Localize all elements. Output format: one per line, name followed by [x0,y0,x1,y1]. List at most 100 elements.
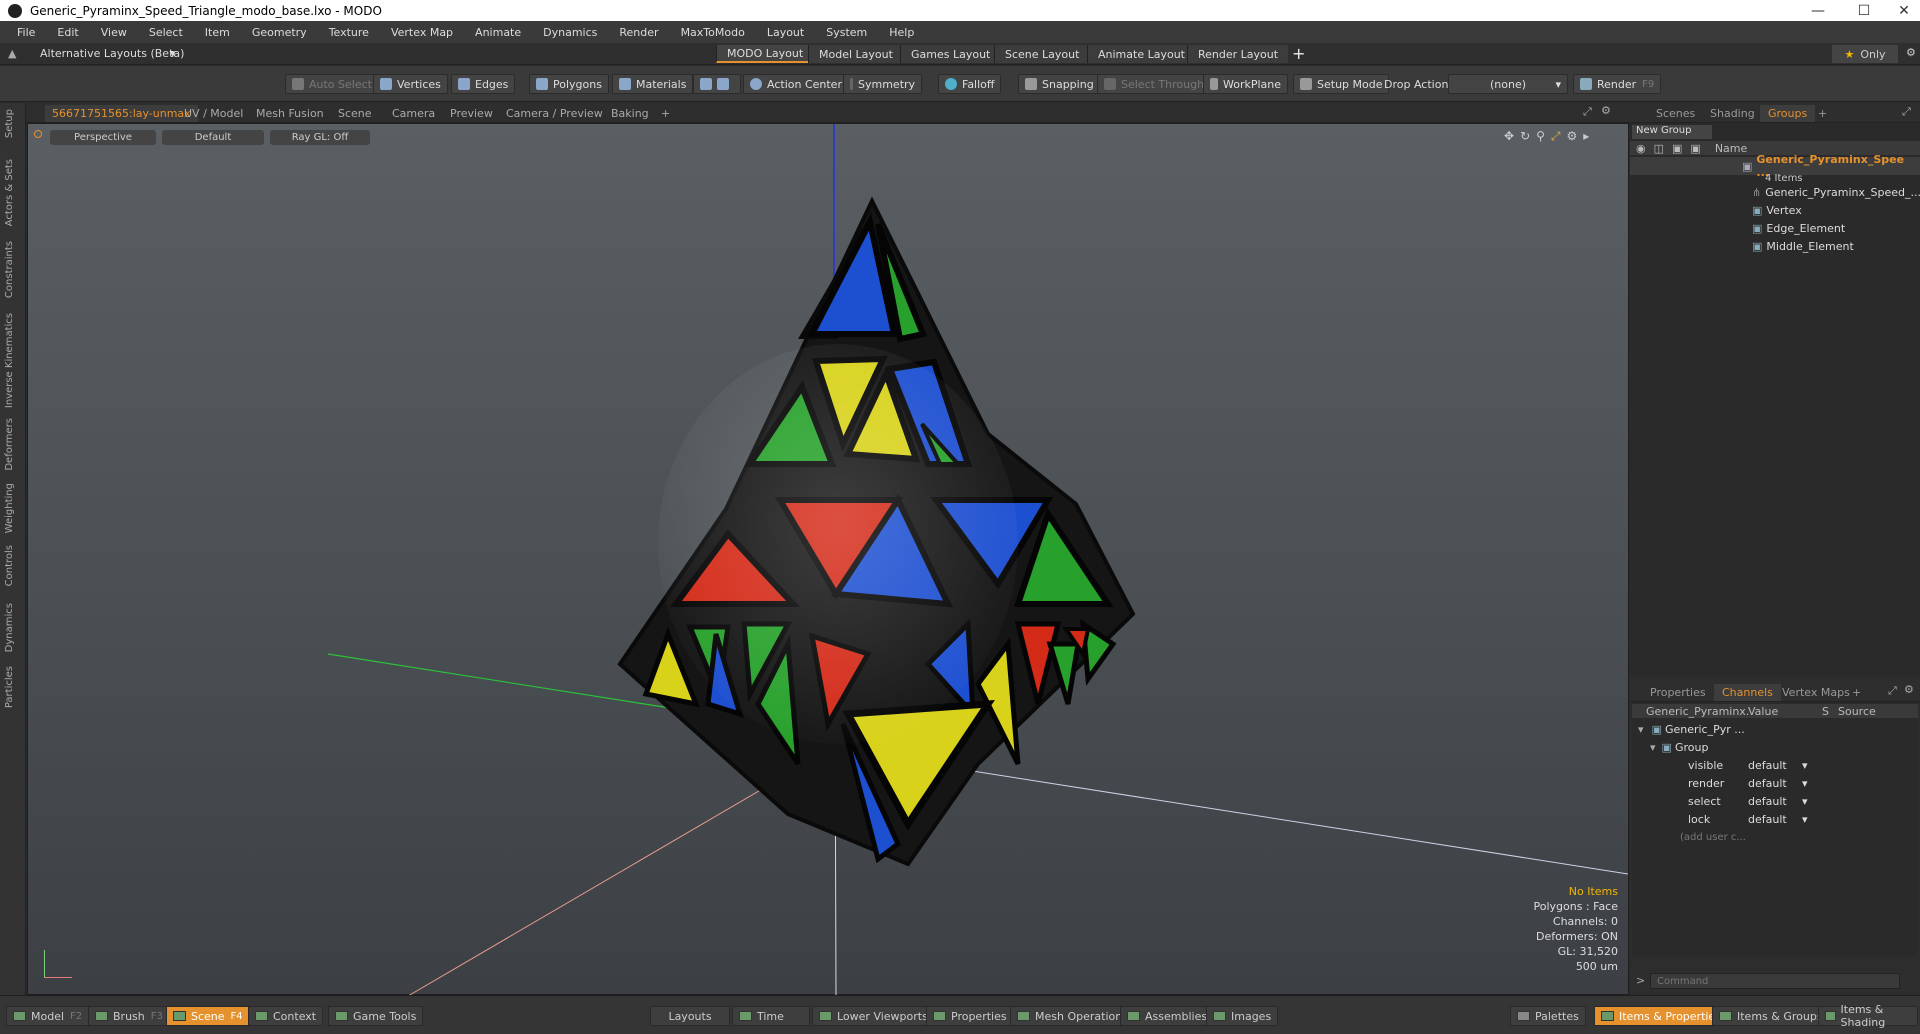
chevron-down-icon[interactable]: ▾ [1802,777,1808,790]
tab-particles[interactable]: Particles [4,666,15,708]
tab-shading[interactable]: Shading [1702,105,1763,122]
tab-scene[interactable]: Scene [331,105,379,122]
maximize-button[interactable]: ☐ [1842,0,1886,21]
items-shading-button[interactable]: Items & Shading [1818,1003,1918,1029]
layouts-button[interactable]: Layouts [650,1006,730,1026]
only-button[interactable]: ★ Only [1832,45,1898,63]
properties-button[interactable]: Properties [926,1006,1014,1026]
materials-button[interactable]: Materials [612,74,694,94]
time-button[interactable]: Time [732,1006,810,1026]
expand-icon[interactable]: ⤢ [1888,684,1897,698]
model-button[interactable]: Model F2 [6,1006,90,1026]
collapse-icon[interactable]: ▲ [8,47,16,60]
add-panel-tab-button[interactable]: + [1810,105,1835,122]
channel-row-select[interactable]: select default ▾ [1632,792,1920,810]
tab-camera[interactable]: Camera [385,105,442,122]
tab-actors-sets[interactable]: Actors & Sets [4,159,15,226]
command-input[interactable] [1650,973,1900,989]
list-item[interactable]: ▣ Middle_Element [1630,237,1920,255]
channel-row-visible[interactable]: visible default ▾ [1632,756,1920,774]
tab-model-layout[interactable]: Model Layout [808,45,903,63]
game-tools-button[interactable]: Game Tools [328,1006,424,1026]
scene-button[interactable]: Scene F4 [166,1006,250,1026]
items-groups-button[interactable]: Items & Groups [1712,1006,1830,1026]
maximize-viewport-icon[interactable]: ⤢ [1583,105,1592,119]
drop-action-select[interactable]: (none) ▾ [1448,74,1568,94]
menu-select[interactable]: Select [138,26,194,39]
tab-camera-preview[interactable]: Camera / Preview [499,105,610,122]
tab-lay-unmax[interactable]: 56671751565:lay-unmax [45,105,198,122]
select-through-button[interactable]: Select Through [1097,74,1212,94]
list-item[interactable]: ⋔ Generic_Pyraminx_Speed_... [1630,183,1920,201]
menu-maxtomodo[interactable]: MaxToModo [670,26,756,39]
render-button[interactable]: Render F9 [1573,74,1662,94]
tab-setup[interactable]: Setup [4,109,15,138]
lower-viewports-button[interactable]: Lower Viewports [812,1006,935,1026]
action-center-button[interactable]: Action Center [743,74,849,94]
tab-inverse-kinematics[interactable]: Inverse Kinematics [4,313,15,408]
chevron-down-icon[interactable]: ▾ [1802,759,1808,772]
tab-animate-layout[interactable]: Animate Layout [1087,45,1195,63]
add-layout-button[interactable]: + [1292,44,1305,63]
menu-edit[interactable]: Edit [46,26,89,39]
channel-row-lock[interactable]: lock default ▾ [1632,810,1920,828]
expand-arrow-icon[interactable]: ▾ [1638,723,1644,736]
mesh-operations-button[interactable]: Mesh Operations [1010,1006,1135,1026]
workplane-button[interactable]: WorkPlane [1203,74,1289,94]
tab-render-layout[interactable]: Render Layout [1187,45,1289,63]
list-item[interactable]: ▣ Vertex [1630,201,1920,219]
component-mode-buttons[interactable] [693,74,741,94]
tab-modo-layout[interactable]: MODO Layout [716,45,814,63]
add-panel-tab-button[interactable]: + [1844,684,1869,701]
tab-constraints[interactable]: Constraints [4,241,15,298]
vertices-button[interactable]: Vertices [373,74,448,94]
close-button[interactable]: ✕ [1888,0,1920,21]
menu-help[interactable]: Help [878,26,925,39]
chevron-down-icon[interactable]: ▾ [1802,795,1808,808]
polygons-button[interactable]: Polygons [529,74,609,94]
snapping-button[interactable]: Snapping [1018,74,1101,94]
minimize-button[interactable]: — [1796,0,1840,21]
menu-file[interactable]: File [6,26,46,39]
menu-dynamics[interactable]: Dynamics [532,26,608,39]
menu-system[interactable]: System [815,26,878,39]
select-toggle-icon[interactable]: ▣ [1690,142,1700,155]
setup-mode-button[interactable]: Setup Mode [1293,74,1390,94]
tab-controls[interactable]: Controls [4,545,15,586]
tab-games-layout[interactable]: Games Layout [900,45,1001,63]
tab-channels[interactable]: Channels [1714,684,1781,701]
tab-uv-model[interactable]: UV / Model [177,105,250,122]
lock-icon[interactable]: ▣ [1672,142,1682,155]
palettes-button[interactable]: Palettes [1510,1006,1586,1026]
channel-item-row[interactable]: ▾ ▣ Generic_Pyr ... [1632,720,1920,738]
tab-dynamics[interactable]: Dynamics [4,603,15,652]
menu-texture[interactable]: Texture [318,26,380,39]
tab-preview[interactable]: Preview [443,105,500,122]
channel-group-row[interactable]: ▾ ▣ Group [1632,738,1920,756]
chevron-down-icon[interactable]: ▾ [1802,813,1808,826]
tab-scene-layout[interactable]: Scene Layout [994,45,1090,63]
images-button[interactable]: Images [1206,1006,1279,1026]
list-item[interactable]: ▣ Edge_Element [1630,219,1920,237]
expand-arrow-icon[interactable]: ▾ [1650,741,1656,754]
menu-render[interactable]: Render [608,26,669,39]
context-button[interactable]: Context [248,1006,324,1026]
tab-deformers[interactable]: Deformers [4,418,15,471]
falloff-button[interactable]: Falloff [938,74,1002,94]
gear-icon[interactable]: ⚙ [1906,46,1916,59]
menu-item[interactable]: Item [194,26,241,39]
tab-groups[interactable]: Groups [1760,105,1816,122]
new-group-button[interactable]: New Group [1632,125,1712,139]
assemblies-button[interactable]: Assemblies [1120,1006,1215,1026]
tab-weighting[interactable]: Weighting [4,483,15,533]
render-toggle-icon[interactable]: ◫ [1654,142,1664,155]
gear-icon[interactable]: ⚙ [1904,683,1914,696]
auto-select-button[interactable]: Auto Select [285,74,379,94]
add-user-channel-row[interactable]: (add user c... [1632,828,1920,846]
3d-viewport[interactable]: Perspective Default Ray GL: Off ✥ ↻ ⚲ ⤢ … [27,123,1629,996]
tab-baking[interactable]: Baking [604,105,656,122]
alternative-layouts-dropdown[interactable]: Alternative Layouts (Beta) [40,47,184,60]
menu-vertex-map[interactable]: Vertex Map [380,26,464,39]
tab-scenes[interactable]: Scenes [1648,105,1703,122]
tab-mesh-fusion[interactable]: Mesh Fusion [249,105,331,122]
